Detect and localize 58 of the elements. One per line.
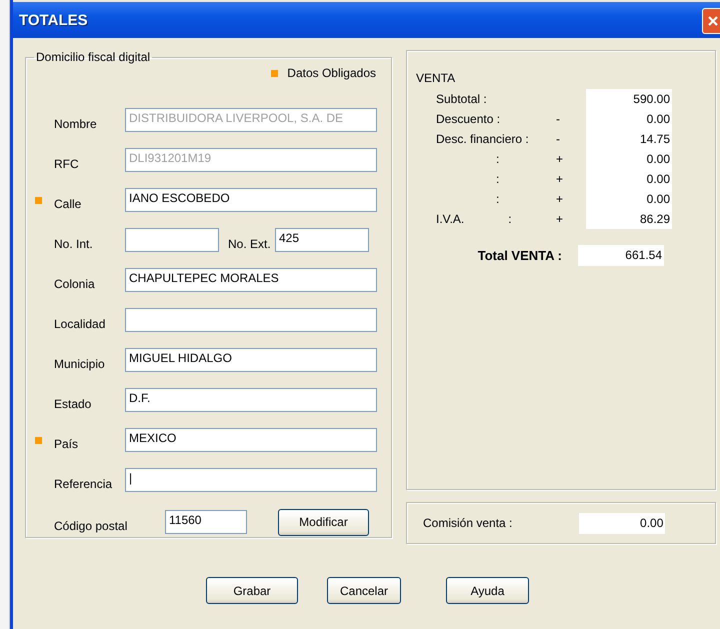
group-title: Domicilio fiscal digital [35,50,152,64]
input-field[interactable]: | [125,468,377,492]
field-label: RFC [54,156,80,171]
sign-text: - [556,112,560,126]
input-field[interactable]: IANO ESCOBEDO [125,188,377,212]
field-label: Municipio [54,356,106,371]
colon-text: : [507,211,512,228]
dialog-button[interactable]: Ayuda [446,577,529,604]
field-label: Calle [54,196,82,211]
dialog-button[interactable]: Cancelar [327,577,401,604]
amount-cell: 0.00 [586,109,672,129]
field-label: Referencia [54,476,114,491]
commission-value: 0.00 [579,512,666,534]
window-title: TOTALES [18,12,88,28]
sign-text: + [556,192,564,206]
colon-text: : [495,171,500,188]
field-label: No. Int. [54,236,94,251]
amount-cell: 14.75 [586,129,672,149]
legend-text: Datos Obligados [287,66,376,80]
commission-label: Comisión venta : [423,516,512,530]
input-field[interactable]: MIGUEL HIDALGO [125,348,377,372]
field-label: No. Ext. [227,236,272,251]
required-marker-icon [271,70,278,76]
total-value: 661.54 [578,245,664,266]
section-title: VENTA [416,71,456,85]
row-label: I.V.A. [436,211,464,228]
sign-text: + [556,172,564,186]
field-label: País [54,436,80,451]
colon-text: : [495,151,500,168]
sign-text: + [556,152,564,166]
amount-cell: 0.00 [586,149,672,169]
input-field[interactable]: 11560 [165,510,247,534]
field-label: Colonia [54,276,96,291]
input-field[interactable]: D.F. [125,388,377,412]
row-label: Desc. financiero : [436,131,529,148]
amount-cell: 590.00 [586,89,672,109]
sign-text: + [556,212,564,226]
row-label: Subtotal : [436,91,487,108]
close-icon [706,14,720,28]
amount-cell: 86.29 [586,209,672,229]
sign-text: - [556,132,560,146]
amount-cell: 0.00 [586,169,672,189]
modify-button[interactable]: Modificar [278,508,369,536]
input-field[interactable] [125,308,377,332]
field-label: Estado [54,396,92,411]
dialog-button[interactable]: Grabar [206,577,298,604]
input-field[interactable] [125,228,219,252]
input-field[interactable]: CHAPULTEPEC MORALES [125,268,377,292]
close-button[interactable] [702,8,720,34]
field-label: Nombre [54,116,98,131]
input-field[interactable]: MEXICO [125,428,377,452]
amount-cell: 0.00 [586,189,672,209]
field-label: Código postal [54,518,128,533]
colon-text: : [495,191,500,208]
field-label: Localidad [54,316,106,331]
input-field[interactable]: 425 [275,228,369,252]
total-label: Total VENTA : [476,248,563,263]
row-label: Descuento : [436,111,500,128]
